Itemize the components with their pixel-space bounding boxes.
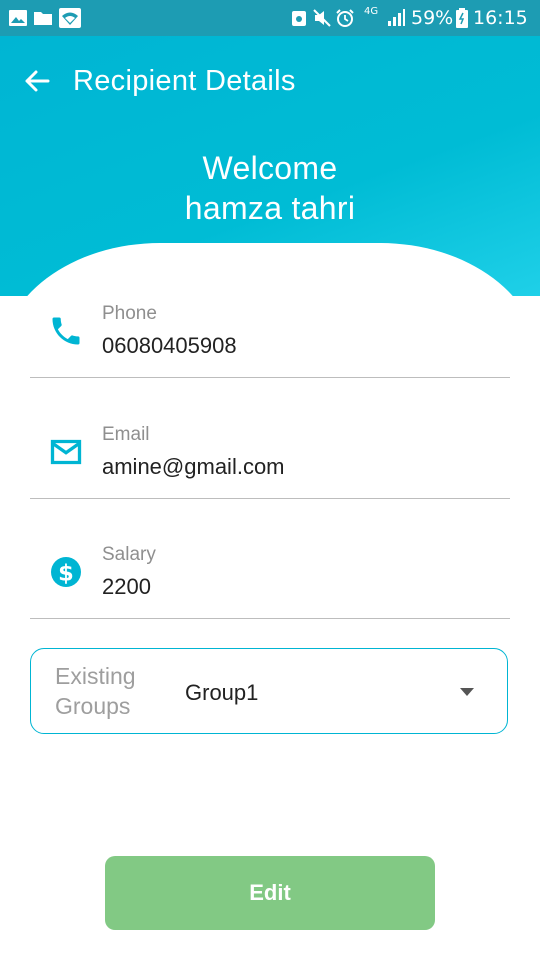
salary-label: Salary: [102, 544, 156, 565]
battery-icon: [456, 8, 468, 28]
alarm-icon: [336, 9, 354, 27]
svg-text:$: $: [58, 560, 74, 586]
wifi-icon: [59, 8, 81, 28]
phone-label: Phone: [102, 303, 157, 324]
welcome-line: Welcome: [202, 150, 338, 186]
phone-icon: [52, 317, 80, 345]
existing-groups-dropdown[interactable]: Existing Groups Group1: [30, 648, 508, 734]
email-icon: [50, 439, 82, 465]
dollar-icon: $: [51, 557, 81, 587]
mute-icon: [313, 9, 331, 27]
email-field: Email: [30, 380, 510, 499]
email-input[interactable]: [102, 454, 492, 480]
email-label: Email: [102, 424, 150, 445]
image-icon: [9, 10, 27, 26]
android-icon: [292, 11, 306, 26]
status-bar: 4G 59% 16:15: [0, 0, 540, 36]
folder-icon: [34, 12, 52, 25]
salary-input[interactable]: [102, 574, 492, 600]
salary-field: $ Salary: [30, 500, 510, 619]
edit-button[interactable]: Edit: [105, 856, 435, 930]
selected-group: Group1: [185, 680, 259, 705]
battery-percent: 59%: [411, 7, 454, 29]
network-type: 4G: [364, 6, 379, 17]
signal-icon: [388, 9, 405, 26]
page-title: Recipient Details: [73, 65, 296, 97]
welcome-message: Welcome hamza tahri: [0, 148, 540, 228]
phone-input[interactable]: [102, 333, 492, 359]
clock: 16:15: [473, 7, 528, 29]
existing-groups-label: Existing Groups: [55, 663, 136, 719]
user-name: hamza tahri: [184, 190, 356, 226]
phone-field: Phone: [30, 259, 510, 378]
dropdown-arrow-icon: [460, 688, 474, 696]
arrow-back-icon[interactable]: [18, 61, 58, 101]
